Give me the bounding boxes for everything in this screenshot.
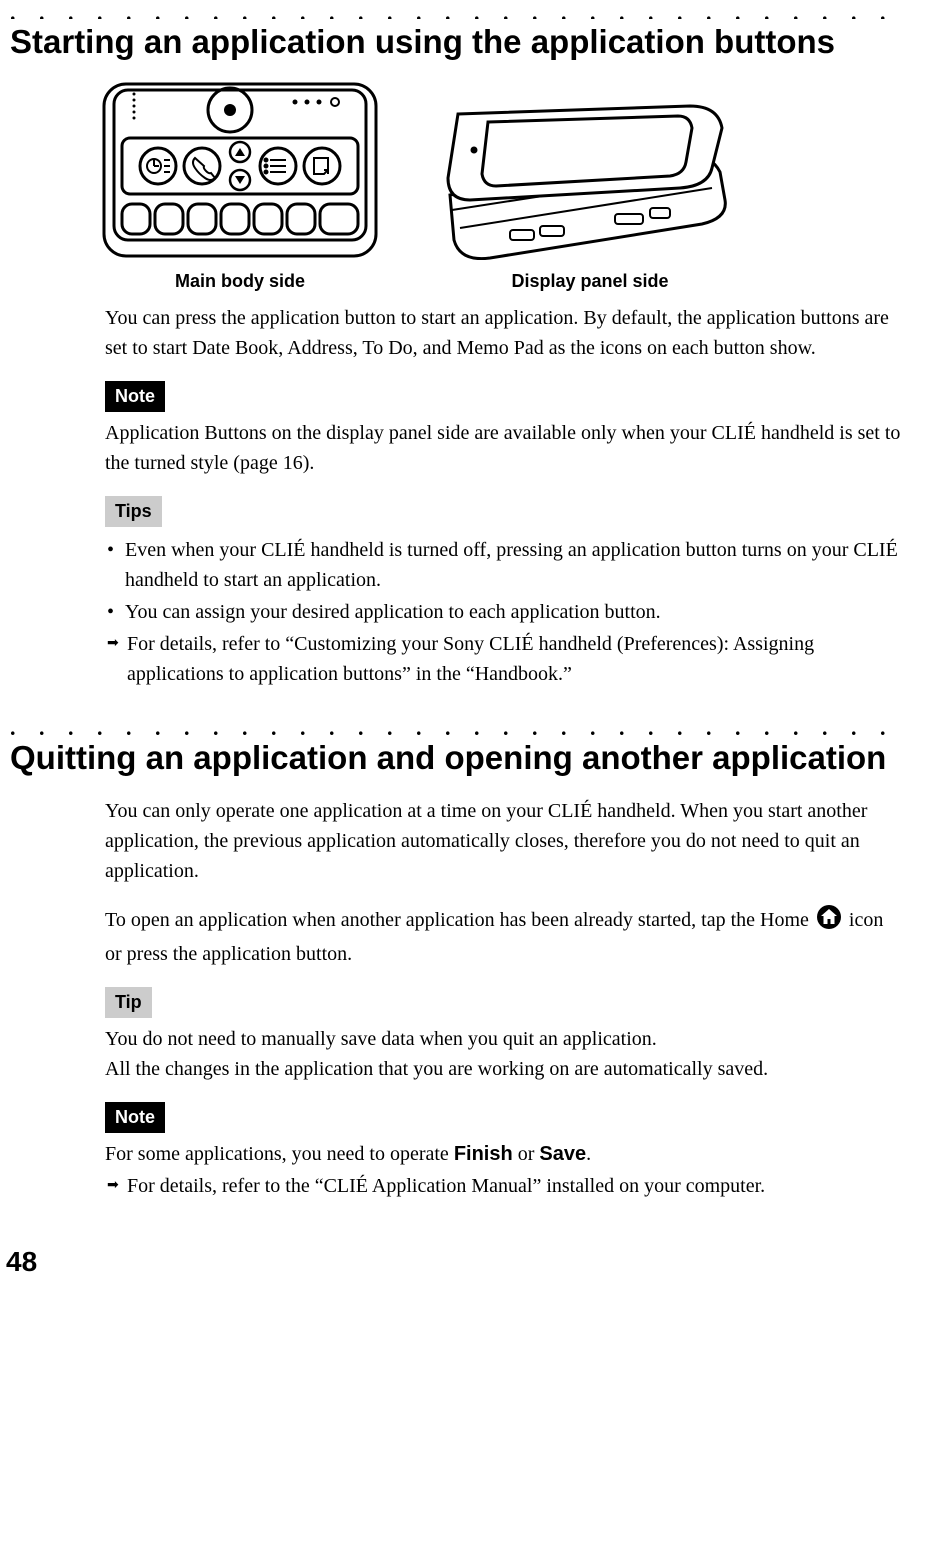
section2-para1: You can only operate one application at … (105, 796, 904, 886)
section2-para2: To open an application when another appl… (105, 904, 904, 969)
section1-note-text: Application Buttons on the display panel… (105, 418, 904, 478)
tip-item: You can assign your desired application … (125, 597, 904, 627)
tip-item: Even when your CLIÉ handheld is turned o… (125, 535, 904, 595)
tip-line2: All the changes in the application that … (105, 1058, 768, 1080)
note-details-reference: For details, refer to the “CLIÉ Applicat… (107, 1171, 904, 1201)
note-text-a: For some applications, you need to opera… (105, 1143, 454, 1165)
note-badge: Note (105, 1102, 165, 1133)
figure-main-body: Main body side (100, 80, 380, 295)
section1-title: Starting an application using the applic… (10, 21, 909, 62)
figure-display-panel: Display panel side (440, 100, 740, 295)
para2-text-a: To open an application when another appl… (105, 909, 814, 931)
section2-tip-text: You do not need to manually save data wh… (105, 1024, 904, 1084)
tip-line1: You do not need to manually save data wh… (105, 1028, 657, 1050)
finish-label: Finish (454, 1143, 513, 1165)
device-main-body-icon (100, 80, 380, 260)
note-badge: Note (105, 381, 165, 412)
save-label: Save (539, 1143, 586, 1165)
figure1-caption: Main body side (175, 268, 305, 295)
tips-badge: Tips (105, 496, 162, 527)
section2-title: Quitting an application and opening anot… (10, 737, 909, 778)
device-display-panel-icon (440, 100, 740, 260)
figures-row: Main body side Display panel s (100, 80, 909, 295)
note-text-or: or (513, 1143, 540, 1165)
home-icon (816, 904, 842, 939)
tip-badge: Tip (105, 987, 152, 1018)
dotted-divider: . . . . . . . . . . . . . . . . . . . . … (10, 715, 909, 734)
dotted-divider: . . . . . . . . . . . . . . . . . . . . … (10, 0, 909, 19)
note-text-b: . (586, 1143, 591, 1165)
section2-note-text: For some applications, you need to opera… (105, 1139, 904, 1169)
section1-intro: You can press the application button to … (105, 303, 904, 363)
tips-list: Even when your CLIÉ handheld is turned o… (105, 535, 904, 627)
page-number: 48 (6, 1241, 909, 1283)
figure2-caption: Display panel side (511, 268, 668, 295)
tips-details-reference: For details, refer to “Customizing your … (107, 629, 904, 689)
